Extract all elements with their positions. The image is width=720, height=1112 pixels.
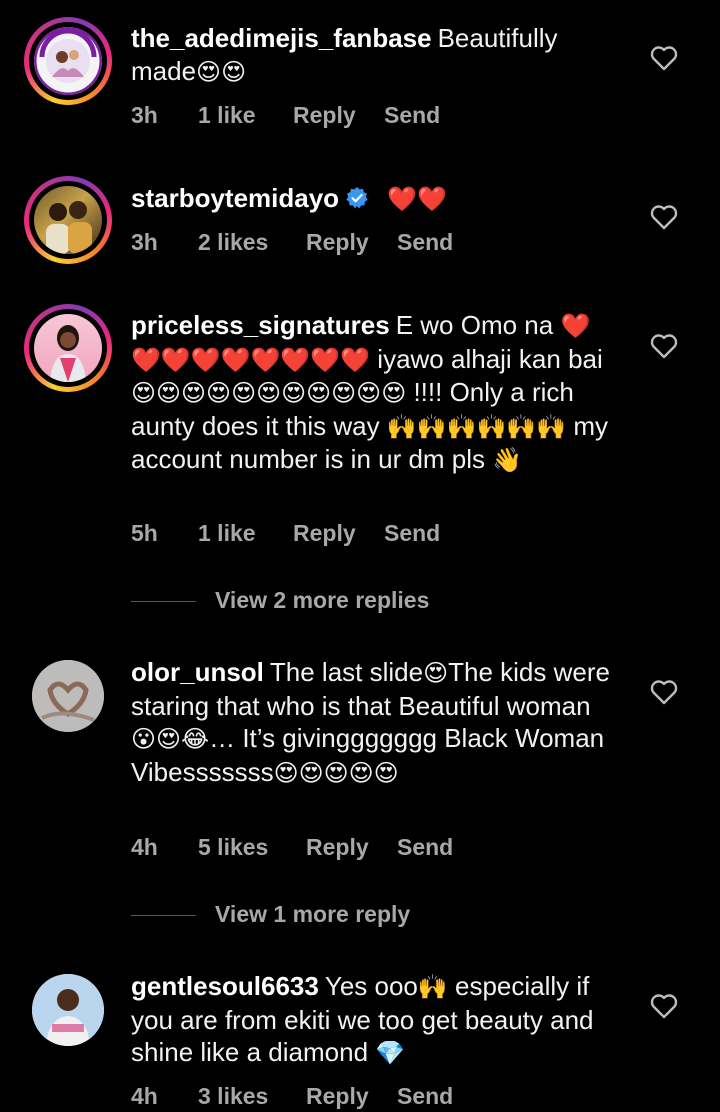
comment-time: 4h	[131, 834, 158, 860]
comment-emojis: 🙌🙌🙌🙌🙌🙌	[386, 412, 567, 441]
reply-button[interactable]: Reply	[306, 1083, 369, 1110]
divider	[131, 915, 196, 916]
send-button[interactable]: Send	[384, 102, 440, 129]
username[interactable]: olor_unsol	[131, 657, 264, 687]
comment-time: 4h	[131, 1083, 158, 1109]
avatar[interactable]	[24, 304, 112, 392]
username[interactable]: gentlesoul6633	[131, 971, 319, 1001]
avatar-photo-icon	[32, 660, 104, 732]
avatar-photo-icon	[32, 974, 104, 1046]
comment-emojis: 👋	[492, 446, 523, 474]
username[interactable]: starboytemidayo	[131, 183, 339, 213]
reply-button[interactable]: Reply	[306, 229, 369, 256]
avatar[interactable]	[24, 176, 112, 264]
comment-text: Yes ooo	[324, 971, 418, 1001]
likes-count[interactable]: 1 like	[198, 102, 256, 129]
avatar[interactable]	[32, 974, 104, 1046]
heart-outline-icon[interactable]	[650, 679, 678, 705]
reply-button[interactable]: Reply	[293, 102, 356, 129]
comment-emojis: 🙌	[417, 973, 448, 1001]
reply-button[interactable]: Reply	[293, 520, 356, 547]
send-button[interactable]: Send	[397, 229, 453, 256]
avatar[interactable]	[32, 660, 104, 732]
likes-count[interactable]: 5 likes	[198, 834, 268, 861]
send-button[interactable]: Send	[397, 834, 453, 861]
comment-emojis: 😮😍😂	[131, 725, 210, 753]
comment-emojis: 😍😍😍😍😍😍😍😍😍😍😍	[131, 379, 407, 407]
send-button[interactable]: Send	[397, 1083, 453, 1110]
comment-text: The last slide	[269, 657, 424, 687]
verified-badge-icon	[346, 187, 368, 209]
view-more-replies-label[interactable]: View 2 more replies	[215, 587, 429, 614]
comment-emojis: 💎	[375, 1039, 406, 1067]
comment-emojis: ❤️❤️	[387, 185, 447, 213]
comment-emojis: 😍	[423, 659, 449, 687]
reply-button[interactable]: Reply	[306, 834, 369, 861]
divider	[131, 601, 196, 602]
comment-time: 3h	[131, 102, 158, 128]
comment-emojis: ❤️	[560, 312, 591, 340]
heart-outline-icon[interactable]	[650, 333, 678, 359]
send-button[interactable]: Send	[384, 520, 440, 547]
comment-emojis: 😍😍	[196, 57, 247, 86]
comment-emojis: ❤️❤️❤️❤️❤️❤️❤️❤️	[131, 345, 371, 374]
heart-outline-icon[interactable]	[650, 45, 678, 71]
comment-emojis: 😍😍😍😍😍	[273, 758, 399, 787]
comment-time: 5h	[131, 520, 158, 546]
avatar[interactable]	[24, 17, 112, 105]
comment-time: 3h	[131, 229, 158, 255]
comment-text: E wo Omo na	[395, 310, 554, 340]
view-more-replies-label[interactable]: View 1 more reply	[215, 901, 410, 928]
avatar-photo-icon	[46, 201, 92, 254]
comment-text: iyawo alhaji kan bai	[377, 343, 603, 374]
likes-count[interactable]: 1 like	[198, 520, 256, 547]
heart-outline-icon[interactable]	[650, 993, 678, 1019]
username[interactable]: the_adedimejis_fanbase	[131, 23, 432, 53]
fanbase-logo-icon	[34, 27, 102, 95]
username[interactable]: priceless_signatures	[131, 310, 390, 340]
likes-count[interactable]: 2 likes	[198, 229, 268, 256]
likes-count[interactable]: 3 likes	[198, 1083, 268, 1110]
heart-outline-icon[interactable]	[650, 204, 678, 230]
avatar-photo-icon	[50, 325, 86, 382]
